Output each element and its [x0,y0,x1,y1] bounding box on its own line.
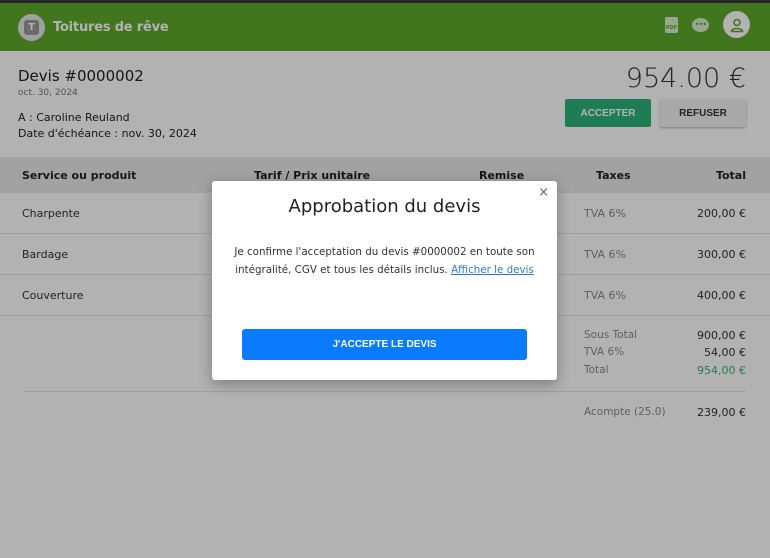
approval-modal: × Approbation du devis Je confirme l'acc… [212,181,557,380]
accept-quote-button[interactable]: J'ACCEPTE LE DEVIS [242,329,527,360]
modal-message: Je confirme l'acceptation du devis #0000… [234,244,535,279]
modal-title: Approbation du devis [288,196,481,217]
view-quote-link[interactable]: Afficher le devis [451,264,534,276]
